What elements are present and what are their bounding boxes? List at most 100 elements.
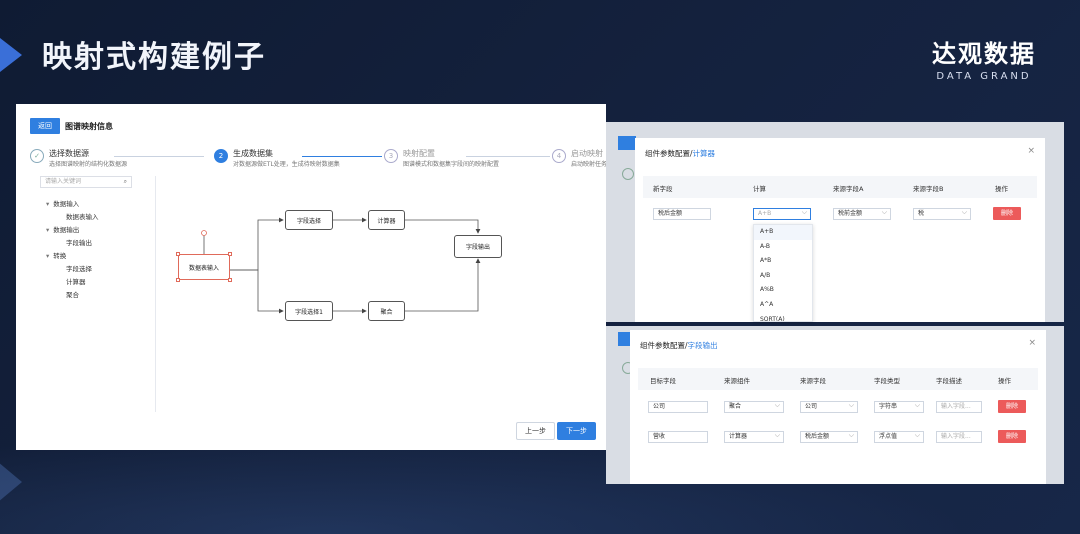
new-field-input[interactable]: 税后金额 bbox=[653, 208, 711, 220]
step-label: 生成数据集 bbox=[233, 149, 273, 158]
next-step-button[interactable]: 下一步 bbox=[557, 422, 596, 440]
field-type-select[interactable]: 浮点值 bbox=[874, 430, 924, 443]
tree-search-input[interactable]: 请输入关键词 ⌕ bbox=[40, 176, 132, 188]
flow-node-table-input[interactable]: 数据表输入 bbox=[178, 254, 230, 280]
field-desc-input[interactable]: 输入字段... bbox=[936, 431, 982, 443]
tree-item-table-input[interactable]: 数据表输入 bbox=[40, 211, 155, 224]
column-header: 目标字段 bbox=[650, 377, 676, 385]
dialog-title-highlight: 计算器 bbox=[692, 149, 716, 158]
column-header: 计算 bbox=[753, 185, 766, 193]
step-desc: 图谱模式和数据集字段间的映射配置 bbox=[403, 161, 500, 168]
step-number: 2 bbox=[214, 149, 228, 163]
column-header: 来源组件 bbox=[724, 377, 750, 385]
step-connector bbox=[114, 156, 204, 157]
panel-header: 返回 图谱映射信息 bbox=[30, 118, 113, 134]
step-mapping-config[interactable]: 3 映射配置 图谱模式和数据集字段间的映射配置 bbox=[384, 149, 499, 169]
flow-node-field-select-1[interactable]: 字段选择1 bbox=[285, 301, 333, 321]
search-icon[interactable]: ⌕ bbox=[124, 177, 127, 187]
resize-handle[interactable] bbox=[176, 252, 180, 256]
delete-button[interactable]: 删除 bbox=[998, 400, 1026, 413]
column-header: 来源字段 bbox=[800, 377, 826, 385]
panel-title: 图谱映射信息 bbox=[65, 121, 113, 131]
flow-node-field-select[interactable]: 字段选择 bbox=[285, 210, 333, 230]
source-a-select[interactable]: 税前金额 bbox=[833, 207, 891, 220]
flow-node-aggregate[interactable]: 聚合 bbox=[368, 301, 405, 321]
search-placeholder: 请输入关键词 bbox=[45, 178, 82, 185]
calc-select[interactable]: A+B bbox=[753, 207, 811, 220]
delete-button[interactable]: 删除 bbox=[993, 207, 1021, 220]
check-icon bbox=[622, 168, 634, 180]
title-arrow-icon bbox=[0, 38, 22, 72]
dialog-title-prefix: 组件参数配置/ bbox=[640, 341, 688, 350]
step-start-mapping[interactable]: 4 启动映射 启动映射任务 bbox=[552, 149, 607, 169]
component-tree: 请输入关键词 ⌕ 数据输入 数据表输入 数据输出 字段输出 转换 字段选择 计算… bbox=[40, 176, 156, 412]
step-number: 4 bbox=[552, 149, 566, 163]
brand-logo: 达观数据 DATA GRAND bbox=[932, 34, 1036, 82]
step-desc: 选择图谱映射的结构化数据源 bbox=[49, 161, 128, 168]
tree-item-aggregate[interactable]: 聚合 bbox=[40, 289, 155, 302]
step-select-source[interactable]: ✓ 选择数据源 选择图谱映射的结构化数据源 bbox=[30, 149, 127, 169]
tree-item-data-output[interactable]: 数据输出 bbox=[40, 224, 155, 237]
dropdown-option[interactable]: A+B bbox=[754, 225, 812, 240]
close-icon[interactable]: × bbox=[1028, 338, 1036, 348]
dropdown-option[interactable]: A/B bbox=[754, 269, 812, 284]
field-desc-input[interactable]: 输入字段... bbox=[936, 401, 982, 413]
prev-step-button[interactable]: 上一步 bbox=[516, 422, 555, 440]
dialog-title: 组件参数配置/字段输出 bbox=[640, 340, 718, 351]
background-button bbox=[618, 136, 636, 150]
step-number: 3 bbox=[384, 149, 398, 163]
column-header: 字段描述 bbox=[936, 377, 962, 385]
field-type-select[interactable]: 字符串 bbox=[874, 400, 924, 413]
calc-options-dropdown: A+B A-B A*B A/B A%B A^A SQRT(A) bbox=[753, 224, 813, 322]
step-indicator: ✓ 选择数据源 选择图谱映射的结构化数据源 2 生成数据集 对数据源做ETL处理… bbox=[30, 149, 607, 179]
tree-item-field-select[interactable]: 字段选择 bbox=[40, 263, 155, 276]
dropdown-option[interactable]: A*B bbox=[754, 254, 812, 269]
dialog-title-highlight: 字段输出 bbox=[687, 341, 718, 350]
source-field-select[interactable]: 税后金额 bbox=[800, 430, 858, 443]
brand-name-en: DATA GRAND bbox=[936, 71, 1032, 82]
close-icon[interactable]: × bbox=[1027, 146, 1035, 156]
step-label: 选择数据源 bbox=[49, 149, 89, 158]
output-config-dialog: 组件参数配置/字段输出 × 目标字段 来源组件 来源字段 字段类型 字段描述 操… bbox=[630, 330, 1046, 484]
step-label: 启动映射 bbox=[571, 149, 603, 158]
back-button[interactable]: 返回 bbox=[30, 118, 60, 134]
tree-item-data-input[interactable]: 数据输入 bbox=[40, 198, 155, 211]
decor-arrow-icon bbox=[0, 462, 22, 502]
mapping-panel: 返回 图谱映射信息 ✓ 选择数据源 选择图谱映射的结构化数据源 2 生成数据集 … bbox=[16, 104, 607, 450]
check-icon: ✓ bbox=[30, 149, 44, 163]
delete-button[interactable]: 删除 bbox=[998, 430, 1026, 443]
source-component-select[interactable]: 聚合 bbox=[724, 400, 784, 413]
dialog-title: 组件参数配置/计算器 bbox=[645, 148, 715, 159]
calc-config-dialog: 组件参数配置/计算器 × 新字段 计算 来源字段A 来源字段B 操作 税后金额 … bbox=[635, 138, 1045, 322]
column-header: 来源字段A bbox=[833, 185, 864, 193]
step-generate-dataset[interactable]: 2 生成数据集 对数据源做ETL处理，生成待映射数据集 bbox=[214, 149, 340, 169]
tree-item-field-output[interactable]: 字段输出 bbox=[40, 237, 155, 250]
dropdown-option[interactable]: A^A bbox=[754, 298, 812, 313]
source-component-select[interactable]: 计算器 bbox=[724, 430, 784, 443]
target-field-input[interactable]: 公司 bbox=[648, 401, 708, 413]
column-header: 操作 bbox=[995, 185, 1008, 193]
resize-handle[interactable] bbox=[228, 278, 232, 282]
tree-item-transform[interactable]: 转换 bbox=[40, 250, 155, 263]
flow-canvas[interactable]: 数据表输入 字段选择 计算器 字段输出 字段选择1 聚合 bbox=[158, 184, 518, 414]
step-desc: 对数据源做ETL处理，生成待映射数据集 bbox=[233, 161, 340, 168]
column-header: 字段类型 bbox=[874, 377, 900, 385]
source-b-select[interactable]: 税 bbox=[913, 207, 971, 220]
target-field-input[interactable]: 营收 bbox=[648, 431, 708, 443]
dialog-title-prefix: 组件参数配置/ bbox=[645, 149, 693, 158]
column-header: 操作 bbox=[998, 377, 1011, 385]
column-header: 来源字段B bbox=[913, 185, 944, 193]
dropdown-option[interactable]: A-B bbox=[754, 240, 812, 255]
resize-handle[interactable] bbox=[228, 252, 232, 256]
resize-handle[interactable] bbox=[176, 278, 180, 282]
flow-node-field-output[interactable]: 字段输出 bbox=[454, 235, 502, 258]
dropdown-option[interactable]: A%B bbox=[754, 283, 812, 298]
step-desc: 启动映射任务 bbox=[571, 161, 608, 168]
dropdown-option[interactable]: SQRT(A) bbox=[754, 313, 812, 321]
tree-item-calculator[interactable]: 计算器 bbox=[40, 276, 155, 289]
flow-edges bbox=[201, 217, 481, 314]
flow-node-calculator[interactable]: 计算器 bbox=[368, 210, 405, 230]
table-header: 目标字段 来源组件 来源字段 字段类型 字段描述 操作 bbox=[638, 368, 1038, 390]
source-field-select[interactable]: 公司 bbox=[800, 400, 858, 413]
table-header: 新字段 计算 来源字段A 来源字段B 操作 bbox=[643, 176, 1037, 198]
